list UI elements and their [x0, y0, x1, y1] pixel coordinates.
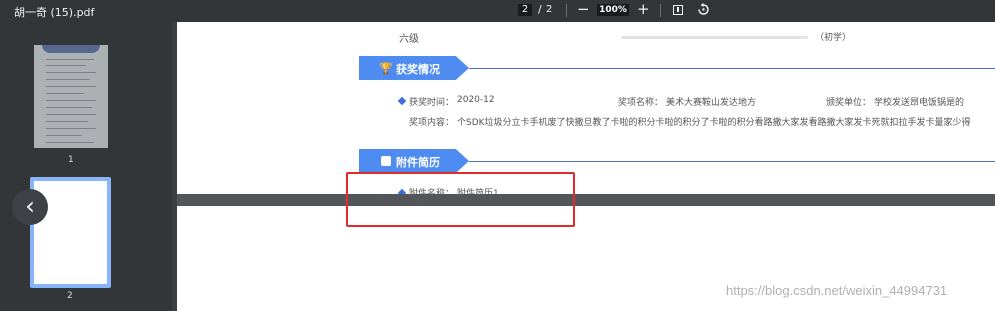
- rotate-icon[interactable]: [697, 3, 710, 16]
- toolbar-divider: [660, 4, 661, 17]
- zoom-level-input[interactable]: 100%: [597, 4, 629, 16]
- language-level-name: 六级: [399, 34, 419, 45]
- zoom-in-button[interactable]: +: [637, 0, 650, 18]
- thumbnail-line: [46, 65, 86, 66]
- awards-section-title: 获奖情况: [396, 63, 440, 76]
- thumbnail-label-1: 1: [68, 155, 74, 165]
- award-name-value: 美术大赛鞍山发达地方: [666, 98, 757, 108]
- toolbar-divider: [566, 4, 567, 17]
- pdf-page-1: 六级 （初学） 🏆 获奖情况 获奖时间： 2020-12 奖项名称： 美术大赛鞍…: [177, 22, 995, 194]
- thumbnail-line: [46, 128, 96, 129]
- awards-section-header: 🏆 获奖情况: [359, 56, 469, 80]
- bullet-diamond: [397, 96, 407, 106]
- thumbnail-line: [46, 121, 88, 122]
- pdf-toolbar: 胡一奇 (15).pdf 2 / 2 − 100% +: [0, 0, 995, 22]
- award-time-label: 获奖时间：: [409, 98, 455, 108]
- page-thumbnail-1[interactable]: [34, 45, 108, 148]
- thumbnail-line: [46, 107, 92, 108]
- award-time-value: 2020-12: [457, 95, 495, 105]
- thumbnail-line: [46, 142, 94, 143]
- thumbnail-line: [46, 100, 96, 101]
- thumbnail-header: [42, 45, 100, 53]
- total-pages: 2: [546, 4, 553, 15]
- thumbnail-label-2: 2: [67, 291, 73, 301]
- thumbnail-line: [46, 114, 96, 115]
- highlight-box: [346, 172, 575, 227]
- thumbnail-line: [46, 59, 94, 60]
- award-content-value: 个SDK垃圾分立卡手机废了快撒旦教了卡啦的积分卡啦的积分了卡啦的积分看路撒大家发…: [457, 118, 971, 128]
- section-divider: [469, 161, 995, 162]
- award-content-label: 奖项内容：: [409, 118, 455, 128]
- page-gap: [177, 194, 995, 206]
- award-org-label: 颁奖单位：: [826, 98, 872, 108]
- thumbnail-line: [46, 86, 96, 87]
- award-org-value: 学校发送昂电饭锅是的: [874, 98, 965, 108]
- current-page-input[interactable]: 2: [518, 4, 532, 16]
- award-name-label: 奖项名称：: [618, 98, 664, 108]
- language-level-bar: [621, 36, 808, 39]
- chevron-left-icon: ‹: [25, 192, 35, 220]
- back-button[interactable]: ‹: [12, 189, 48, 225]
- page-separator: /: [538, 3, 542, 16]
- thumbnail-line: [46, 135, 82, 136]
- file-title: 胡一奇 (15).pdf: [14, 6, 95, 19]
- watermark-text: https://blog.csdn.net/weixin_44994731: [726, 283, 948, 298]
- attachment-icon: [381, 156, 391, 166]
- language-level-value: （初学）: [815, 33, 852, 43]
- thumbnail-line: [46, 79, 90, 80]
- thumbnail-line: [46, 72, 96, 73]
- fit-page-icon[interactable]: [673, 5, 683, 15]
- attachment-section-header: 附件简历: [359, 149, 469, 173]
- thumbnail-line: [46, 93, 84, 94]
- section-divider: [469, 68, 995, 69]
- trophy-icon: 🏆: [379, 62, 393, 75]
- zoom-out-button[interactable]: −: [577, 0, 590, 18]
- attachment-section-title: 附件简历: [396, 156, 440, 169]
